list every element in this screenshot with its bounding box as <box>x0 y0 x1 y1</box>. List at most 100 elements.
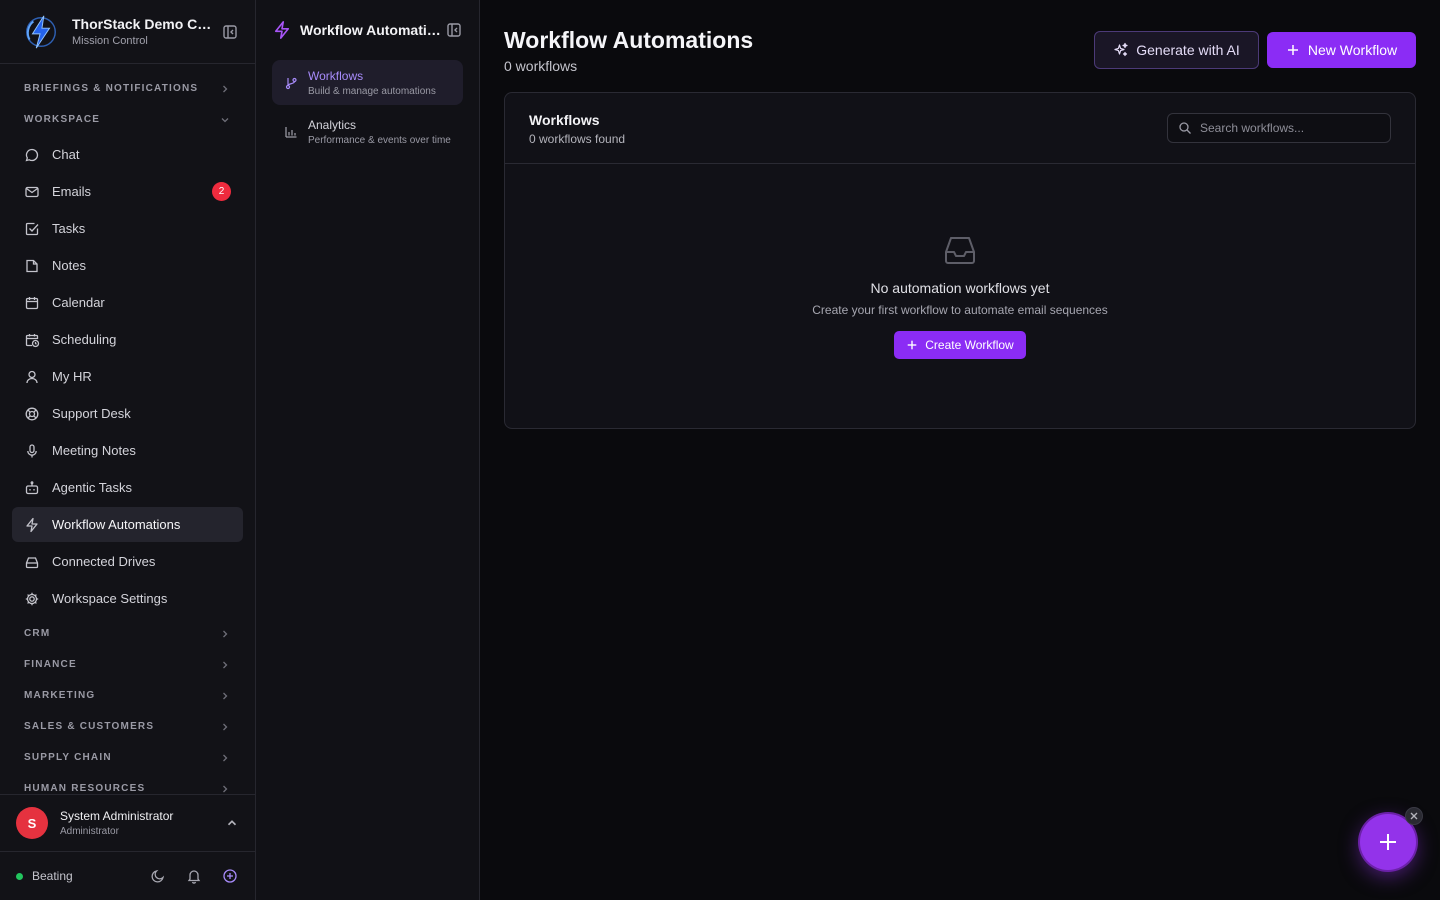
user-role: Administrator <box>60 826 119 837</box>
sidebar-item-scheduling[interactable]: Scheduling <box>12 322 243 357</box>
module-header: Workflow Automations <box>256 0 479 60</box>
tab-label: Analytics <box>308 117 357 132</box>
sidebar-item-workflow-automations[interactable]: Workflow Automations <box>12 507 243 542</box>
chevron-right-icon <box>223 754 228 761</box>
new-workflow-label: New Workflow <box>1307 42 1398 58</box>
mail-icon <box>25 186 39 197</box>
dark-mode-toggle[interactable] <box>149 867 167 885</box>
section-supply-chain[interactable]: SUPPLY CHAIN <box>0 742 255 773</box>
chat-icon <box>25 148 39 161</box>
brand-header[interactable]: ThorStack Demo Company Mission Control <box>0 0 255 64</box>
sidebar: ThorStack Demo Company Mission Control B… <box>0 0 256 900</box>
status-indicator <box>16 872 23 880</box>
section-briefings[interactable]: BRIEFINGS & NOTIFICATIONS <box>0 73 255 104</box>
tab-description: Build & manage automations <box>308 85 436 97</box>
section-label: WORKSPACE <box>24 114 101 125</box>
bot-icon <box>25 480 39 494</box>
add-button[interactable] <box>221 867 239 885</box>
sidebar-item-label: Chat <box>52 147 80 162</box>
brand-name: ThorStack Demo Company <box>72 16 214 32</box>
bar-chart-icon <box>285 126 297 138</box>
plus-circle-icon <box>223 869 237 883</box>
tab-workflows[interactable]: Workflows Build & manage automations <box>272 60 463 105</box>
sidebar-item-support-desk[interactable]: Support Desk <box>12 396 243 431</box>
new-workflow-button[interactable]: New Workflow <box>1267 32 1416 68</box>
sidebar-item-tasks[interactable]: Tasks <box>12 211 243 246</box>
card-title: Workflows <box>529 112 600 128</box>
plus-icon <box>1380 834 1396 850</box>
checkbox-icon <box>25 222 39 235</box>
thunderbolt-logo-icon <box>26 15 56 48</box>
note-icon <box>26 259 38 272</box>
sidebar-footer: Beating <box>0 851 255 900</box>
sidebar-item-meeting-notes[interactable]: Meeting Notes <box>12 433 243 468</box>
bell-icon <box>187 870 201 884</box>
sidebar-item-label: Support Desk <box>52 406 131 421</box>
sidebar-item-connected-drives[interactable]: Connected Drives <box>12 544 243 579</box>
sidebar-item-label: Emails <box>52 184 92 199</box>
section-label: SUPPLY CHAIN <box>24 752 112 763</box>
section-label: BRIEFINGS & NOTIFICATIONS <box>24 83 199 94</box>
tab-analytics[interactable]: Analytics Performance & events over time <box>272 109 463 154</box>
generate-label: Generate with AI <box>1136 42 1240 58</box>
chevron-down-icon <box>221 117 229 122</box>
sidebar-item-agentic-tasks[interactable]: Agentic Tasks <box>12 470 243 505</box>
section-workspace[interactable]: WORKSPACE <box>0 104 255 135</box>
chevron-right-icon <box>223 723 228 730</box>
calendar-clock-icon <box>25 333 40 347</box>
drive-icon <box>25 556 39 568</box>
section-sales-customers[interactable]: SALES & CUSTOMERS <box>0 711 255 742</box>
bolt-icon <box>274 21 290 39</box>
gear-icon <box>25 592 39 605</box>
sidebar-item-workspace-settings[interactable]: Workspace Settings <box>12 581 243 616</box>
sidebar-item-label: Workspace Settings <box>52 591 168 606</box>
moon-icon <box>151 869 165 883</box>
status-label: Beating <box>32 869 73 883</box>
sparkles-icon <box>1114 42 1128 57</box>
calendar-icon <box>25 296 39 309</box>
brand-subtitle: Mission Control <box>72 35 148 47</box>
git-branch-icon <box>285 77 297 89</box>
sidebar-item-label: Calendar <box>52 295 105 310</box>
user-icon <box>26 370 38 383</box>
module-sidebar: Workflow Automations Workflows Build & m… <box>256 0 480 900</box>
page-title: Workflow Automations <box>504 27 754 53</box>
collapse-panel-icon[interactable] <box>445 21 463 39</box>
avatar: S <box>16 807 48 839</box>
generate-with-ai-button[interactable]: Generate with AI <box>1094 31 1259 69</box>
sidebar-item-my-hr[interactable]: My HR <box>12 359 243 394</box>
sidebar-item-label: Meeting Notes <box>52 443 136 458</box>
lifebuoy-icon <box>25 407 39 420</box>
collapse-sidebar-icon[interactable] <box>221 23 239 41</box>
sidebar-item-chat[interactable]: Chat <box>12 137 243 172</box>
sidebar-item-calendar[interactable]: Calendar <box>12 285 243 320</box>
chevron-right-icon <box>223 785 228 792</box>
dismiss-fab-button[interactable] <box>1405 807 1423 825</box>
section-marketing[interactable]: MARKETING <box>0 680 255 711</box>
empty-title: No automation workflows yet <box>870 280 1050 296</box>
sidebar-item-label: Notes <box>52 258 86 273</box>
sidebar-item-emails[interactable]: Emails 2 <box>12 174 243 209</box>
user-menu[interactable]: S System Administrator Administrator <box>0 794 255 851</box>
notifications-button[interactable] <box>185 867 203 885</box>
module-title: Workflow Automations <box>300 22 445 38</box>
section-human-resources[interactable]: HUMAN RESOURCES <box>0 773 255 794</box>
sidebar-nav: BRIEFINGS & NOTIFICATIONS WORKSPACE Chat… <box>0 64 255 794</box>
search-icon <box>1179 122 1191 134</box>
user-name: System Administrator <box>60 809 174 823</box>
search-box <box>1167 113 1391 143</box>
sidebar-item-notes[interactable]: Notes <box>12 248 243 283</box>
sidebar-item-label: Agentic Tasks <box>52 480 132 495</box>
section-finance[interactable]: FINANCE <box>0 649 255 680</box>
section-crm[interactable]: CRM <box>0 618 255 649</box>
create-workflow-button[interactable]: Create Workflow <box>894 331 1026 359</box>
page-subtitle: 0 workflows <box>504 58 578 74</box>
tab-label: Workflows <box>308 68 364 83</box>
search-input[interactable] <box>1200 121 1380 135</box>
section-label: FINANCE <box>24 659 77 670</box>
card-subtitle: 0 workflows found <box>529 132 626 146</box>
chevron-right-icon <box>223 692 228 699</box>
sidebar-item-label: Connected Drives <box>52 554 156 569</box>
section-label: SALES & CUSTOMERS <box>24 721 155 732</box>
plus-icon <box>907 340 917 350</box>
